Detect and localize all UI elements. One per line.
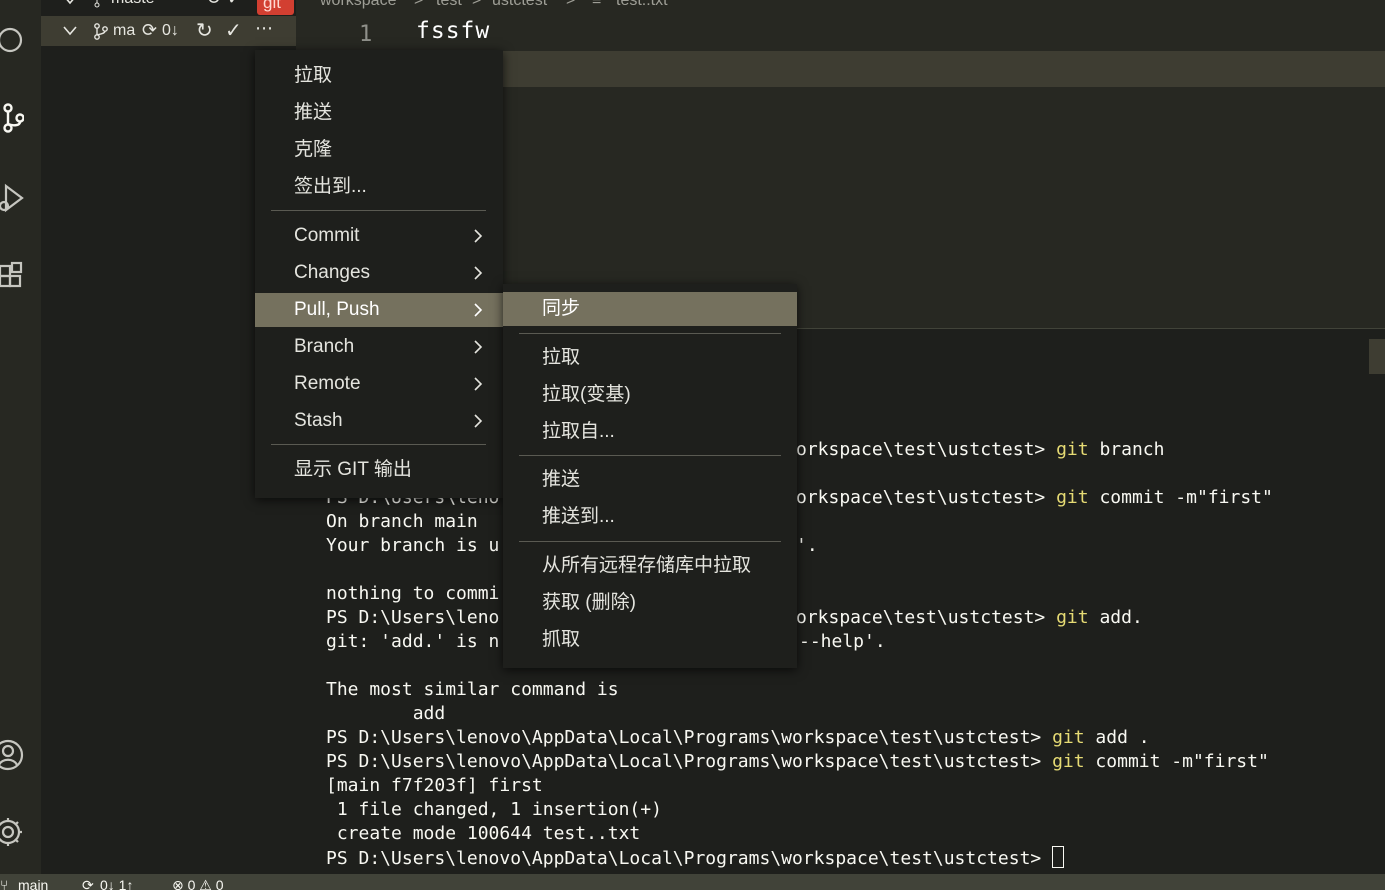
submenu-item-pull-rebase[interactable]: 拉取(变基) xyxy=(503,378,797,412)
menu-separator xyxy=(519,455,781,456)
line-number: 1 xyxy=(359,22,373,47)
branch-icon xyxy=(94,23,108,40)
breadcrumb-item[interactable]: workspace xyxy=(320,0,396,10)
terminal-line: create mode 100644 test..txt xyxy=(326,823,641,844)
terminal-line: PS D:\Users\lenovo\AppData\Local\Program… xyxy=(326,751,1269,772)
menu-item-show-git-output[interactable]: 显示 GIT 输出 xyxy=(255,453,503,487)
menu-item-clone[interactable]: 克隆 xyxy=(255,133,503,167)
chevron-down-icon[interactable] xyxy=(63,0,77,5)
terminal-prompt-line[interactable]: PS D:\Users\lenovo\AppData\Local\Program… xyxy=(326,846,1065,871)
extensions-icon[interactable] xyxy=(0,256,30,296)
account-icon[interactable] xyxy=(0,735,30,775)
settings-gear-icon[interactable] xyxy=(0,812,30,852)
editor-line-text[interactable]: fssfw xyxy=(416,18,490,44)
file-icon: ≡ xyxy=(592,0,602,9)
submenu-item-pull-all-remotes[interactable]: 从所有远程存储库中拉取 xyxy=(503,549,797,583)
menu-item-remote[interactable]: Remote xyxy=(255,367,503,401)
submenu-item-fetch-prune[interactable]: 获取 (删除) xyxy=(503,586,797,620)
submenu-item-fetch[interactable]: 抓取 xyxy=(503,623,797,657)
activity-bar xyxy=(0,0,41,874)
menu-item-pull[interactable]: 拉取 xyxy=(255,59,503,93)
terminal-cursor xyxy=(1052,846,1065,868)
menu-item-stash[interactable]: Stash xyxy=(255,404,503,438)
terminal-line: PS D:\Users\leno xyxy=(326,607,500,628)
submenu-item-sync[interactable]: 同步 xyxy=(503,292,797,326)
terminal-line: The most similar command is xyxy=(326,679,619,700)
commit-check-icon[interactable]: ✓ xyxy=(225,18,242,43)
search-icon[interactable] xyxy=(0,18,30,58)
terminal-line: Your branch is u xyxy=(326,535,500,556)
menu-item-changes[interactable]: Changes xyxy=(255,256,503,290)
breadcrumb-separator: > xyxy=(414,0,424,9)
breadcrumb-item[interactable]: test..txt xyxy=(616,0,668,10)
check-icon[interactable]: ✓ xyxy=(227,0,242,9)
git-context-menu: 拉取 推送 克隆 签出到... Commit Changes Pull, Pus… xyxy=(255,50,503,498)
terminal-line: PS D:\Users\lenovo\AppData\Local\Program… xyxy=(326,727,1150,748)
menu-separator xyxy=(519,541,781,542)
pull-push-submenu: 同步 拉取 拉取(变基) 拉取自... 推送 推送到... 从所有远程存储库中拉… xyxy=(503,284,797,668)
menu-separator xyxy=(271,210,486,211)
repo-row-main[interactable]: ma ⟳ 0↓ ↻ ✓ ⋯ xyxy=(41,16,296,46)
git-badge: git xyxy=(257,0,294,15)
terminal-line: 1 file changed, 1 insertion(+) xyxy=(326,799,662,820)
scrollbar-thumb[interactable] xyxy=(1369,339,1385,374)
sync-icon[interactable]: ⟳ xyxy=(82,877,94,890)
submenu-item-pull[interactable]: 拉取 xyxy=(503,341,797,375)
repo-branch-label: ma xyxy=(113,22,136,39)
breadcrumb-item[interactable]: test xyxy=(436,0,462,10)
menu-separator xyxy=(271,444,486,445)
source-control-icon[interactable] xyxy=(0,98,30,138)
menu-item-checkout[interactable]: 签出到... xyxy=(255,170,503,204)
terminal-line: orkspace\test\ustctest> git commit -m"fi… xyxy=(796,487,1273,508)
menu-item-push[interactable]: 推送 xyxy=(255,96,503,130)
submenu-item-push[interactable]: 推送 xyxy=(503,463,797,497)
terminal-line: orkspace\test\ustctest> git add. xyxy=(796,607,1143,628)
menu-separator xyxy=(519,333,781,334)
refresh-icon[interactable]: ↻ xyxy=(206,0,221,9)
breadcrumb-separator: > xyxy=(566,0,576,9)
more-actions-icon[interactable]: ⋯ xyxy=(255,18,273,39)
chevron-right-icon xyxy=(473,293,483,327)
terminal-line: [main f7f203f] first xyxy=(326,775,543,796)
branch-icon xyxy=(94,0,100,8)
terminal-line: --help'. xyxy=(799,631,886,652)
terminal-line: '. xyxy=(796,535,818,556)
branch-icon: ⑂ xyxy=(0,877,9,890)
submenu-item-pull-from[interactable]: 拉取自... xyxy=(503,415,797,449)
status-sync[interactable]: 0↓ 1↑ xyxy=(100,877,133,890)
breadcrumb-item[interactable]: ustctest xyxy=(492,0,547,10)
status-branch[interactable]: main xyxy=(18,877,48,890)
menu-item-pull-push[interactable]: Pull, Push xyxy=(255,293,503,327)
status-problems[interactable]: ⊗ 0 ⚠ 0 xyxy=(172,877,224,890)
refresh-icon[interactable]: ↻ xyxy=(196,18,213,43)
chevron-right-icon xyxy=(473,367,483,401)
terminal-line: nothing to commi xyxy=(326,583,500,604)
terminal-line: On branch main xyxy=(326,511,478,532)
breadcrumb-separator: > xyxy=(472,0,482,9)
chevron-right-icon xyxy=(473,330,483,364)
terminal-line: add xyxy=(326,703,446,724)
menu-item-commit[interactable]: Commit xyxy=(255,219,503,253)
breadcrumb: workspace > test > ustctest > ≡ test..tx… xyxy=(296,0,1385,10)
sync-icon[interactable]: ⟳ xyxy=(142,20,157,41)
chevron-right-icon xyxy=(473,404,483,438)
run-debug-icon[interactable] xyxy=(0,178,30,218)
chevron-right-icon xyxy=(473,219,483,253)
chevron-right-icon xyxy=(473,256,483,290)
status-bar: ⑂ main ⟳ 0↓ 1↑ ⊗ 0 ⚠ 0 xyxy=(0,874,1385,890)
menu-item-branch[interactable]: Branch xyxy=(255,330,503,364)
sync-count: 0↓ xyxy=(162,22,179,39)
terminal-line: git: 'add.' is n xyxy=(326,631,500,652)
submenu-item-push-to[interactable]: 推送到... xyxy=(503,500,797,534)
repo-branch-label: maste xyxy=(111,0,155,8)
chevron-down-icon[interactable] xyxy=(63,26,77,36)
terminal-line: orkspace\test\ustctest> git branch xyxy=(796,439,1165,460)
